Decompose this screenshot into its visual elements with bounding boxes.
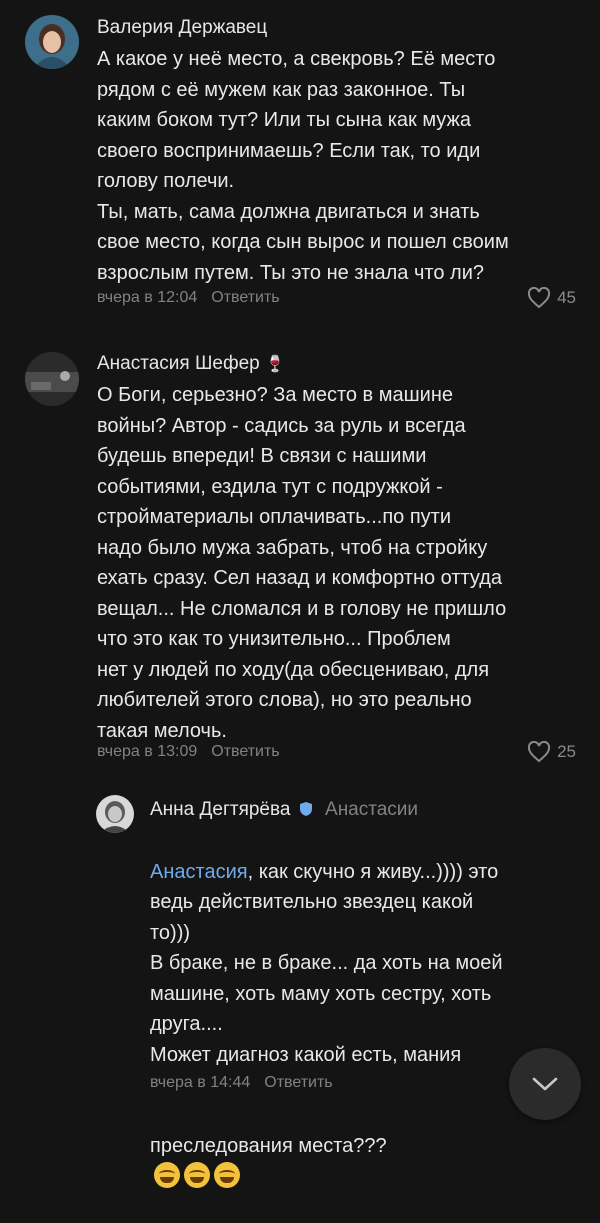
avatar[interactable]	[25, 352, 79, 406]
comment-text: О Боги, серьезно? За место в машине войн…	[97, 384, 507, 742]
like-button[interactable]: 45	[527, 287, 576, 309]
comment-time: вчера в 13:09	[97, 743, 198, 760]
comment-text: А какое у неё место, а свекровь? Её мест…	[97, 48, 509, 284]
comment-author[interactable]: Анастасия Шефер 🍷	[97, 353, 285, 375]
avatar[interactable]	[96, 795, 134, 833]
heart-outline-icon	[528, 287, 551, 309]
comment-meta: вчера в 13:09 Ответить	[97, 743, 280, 761]
reply-meta: вчера в 14:44 Ответить	[150, 1074, 333, 1092]
like-count: 45	[557, 288, 576, 307]
like-button[interactable]: 25	[527, 741, 576, 763]
like-count: 25	[557, 742, 576, 761]
reply-time: вчера в 14:44	[150, 1074, 251, 1091]
reply-last-line: преследования места???	[150, 1101, 503, 1193]
reply-header: Анна Дегтярёва Анастасии	[150, 799, 418, 822]
avatar-photo	[25, 15, 79, 69]
reply-author[interactable]: Анна Дегтярёва	[150, 799, 290, 820]
reply-first-line: , как скучно я живу...)))) это	[247, 860, 499, 883]
avatar-photo	[25, 352, 79, 406]
comment-author[interactable]: Валерия Державец	[97, 17, 267, 39]
reply-text: Анастасия, как скучно я живу...)))) это …	[150, 826, 503, 1223]
reply-body: ведь действительно звездец какой то))) В…	[150, 891, 503, 1066]
reply-last-text: преследования места???	[150, 1135, 387, 1157]
avatar-photo	[96, 795, 134, 833]
chevron-down-icon	[532, 1077, 558, 1091]
mention-link[interactable]: Анастасия	[150, 861, 248, 883]
rofl-emoji-icon	[154, 1161, 180, 1188]
rofl-emoji-icon	[214, 1161, 240, 1188]
rofl-emoji-icon	[184, 1161, 210, 1188]
reply-button[interactable]: Ответить	[211, 743, 279, 760]
verified-badge-icon	[299, 800, 312, 822]
wine-glass-emoji: 🍷	[265, 356, 285, 373]
comment-time: вчера в 12:04	[97, 289, 198, 306]
reply-button[interactable]: Ответить	[264, 1074, 332, 1091]
reply-to-label[interactable]: Анастасии	[325, 799, 418, 820]
avatar[interactable]	[25, 15, 79, 69]
scroll-down-button[interactable]	[509, 1048, 581, 1120]
comment-meta: вчера в 12:04 Ответить	[97, 289, 280, 307]
author-name: Анастасия Шефер	[97, 353, 260, 374]
reply-button[interactable]: Ответить	[211, 289, 279, 306]
heart-outline-icon	[528, 741, 551, 763]
